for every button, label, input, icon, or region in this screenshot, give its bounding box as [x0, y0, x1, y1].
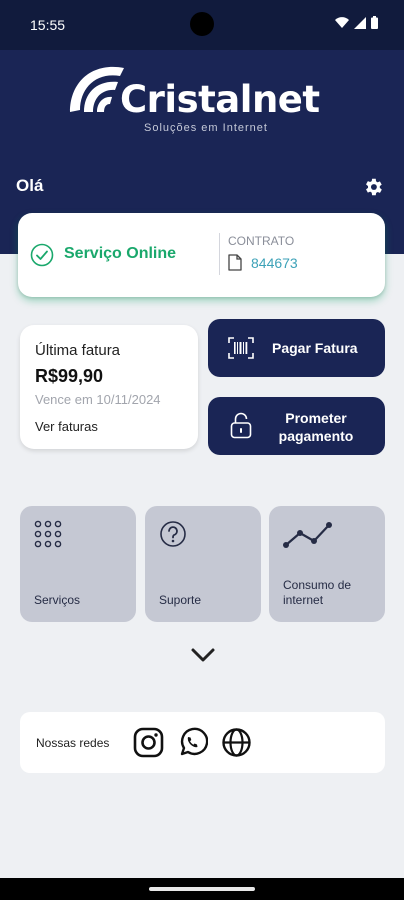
unlock-icon — [230, 412, 252, 439]
promise-payment-label: Prometer pagamento — [266, 409, 366, 445]
invoice-due-date: Vence em 10/11/2024 — [35, 392, 161, 407]
contract-label: CONTRATO — [228, 234, 295, 248]
invoice-amount: R$99,90 — [35, 366, 104, 386]
brand-name: Cristalnet — [120, 78, 320, 121]
promise-payment-line1: Prometer — [285, 410, 347, 426]
brand-logo: Cristalnet Soluções em Internet — [66, 60, 346, 140]
camera-cutout — [190, 12, 214, 36]
status-time: 15:55 — [30, 17, 66, 33]
internet-usage-tile-label: Consumo de internet — [283, 578, 351, 608]
promise-payment-line2: pagamento — [278, 428, 354, 444]
grid-icon — [34, 520, 62, 548]
battery-icon — [371, 16, 378, 29]
settings-gear-icon[interactable] — [362, 176, 384, 198]
pay-invoice-button[interactable]: Pagar Fatura — [208, 319, 385, 377]
greeting-text: Olá — [16, 176, 44, 195]
social-networks-card: Nossas redes — [20, 712, 385, 773]
contract-number: 844673 — [251, 255, 298, 271]
card-divider — [219, 233, 220, 275]
home-gesture-handle[interactable] — [149, 887, 255, 891]
services-tile-label: Serviços — [34, 593, 81, 607]
signal-icon — [354, 16, 366, 29]
services-tile[interactable]: Serviços — [20, 506, 136, 622]
system-nav-bar — [0, 878, 404, 900]
promise-payment-button[interactable]: Prometer pagamento — [208, 397, 385, 455]
barcode-icon — [228, 337, 254, 359]
wifi-icon — [335, 16, 349, 28]
invoice-title: Última fatura — [35, 342, 121, 359]
chart-line-icon — [283, 522, 332, 548]
globe-icon[interactable] — [221, 727, 252, 758]
internet-usage-line1: Consumo de — [283, 578, 352, 592]
support-tile-label: Suporte — [159, 593, 202, 607]
document-icon — [228, 254, 242, 271]
last-invoice-card: Última fatura R$99,90 Vence em 10/11/202… — [20, 325, 198, 449]
social-label: Nossas redes — [36, 736, 110, 750]
logo-swoosh-icon — [70, 66, 124, 112]
brand-tagline: Soluções em Internet — [144, 122, 268, 134]
status-bar: 15:55 — [0, 0, 404, 50]
help-icon — [160, 521, 186, 547]
service-status-text: Serviço Online — [64, 245, 177, 262]
check-circle-icon — [30, 243, 54, 267]
instagram-icon[interactable] — [133, 727, 164, 758]
pay-invoice-label: Pagar Fatura — [272, 340, 358, 356]
service-status-card[interactable]: Serviço Online CONTRATO 844673 — [18, 213, 385, 297]
support-tile[interactable]: Suporte — [145, 506, 261, 622]
status-icons — [335, 16, 378, 29]
internet-usage-tile[interactable]: Consumo de internet — [269, 506, 385, 622]
chevron-down-icon[interactable] — [190, 645, 216, 665]
internet-usage-line2: internet — [283, 593, 324, 607]
whatsapp-icon[interactable] — [177, 727, 208, 758]
view-invoices-link[interactable]: Ver faturas — [35, 419, 98, 434]
